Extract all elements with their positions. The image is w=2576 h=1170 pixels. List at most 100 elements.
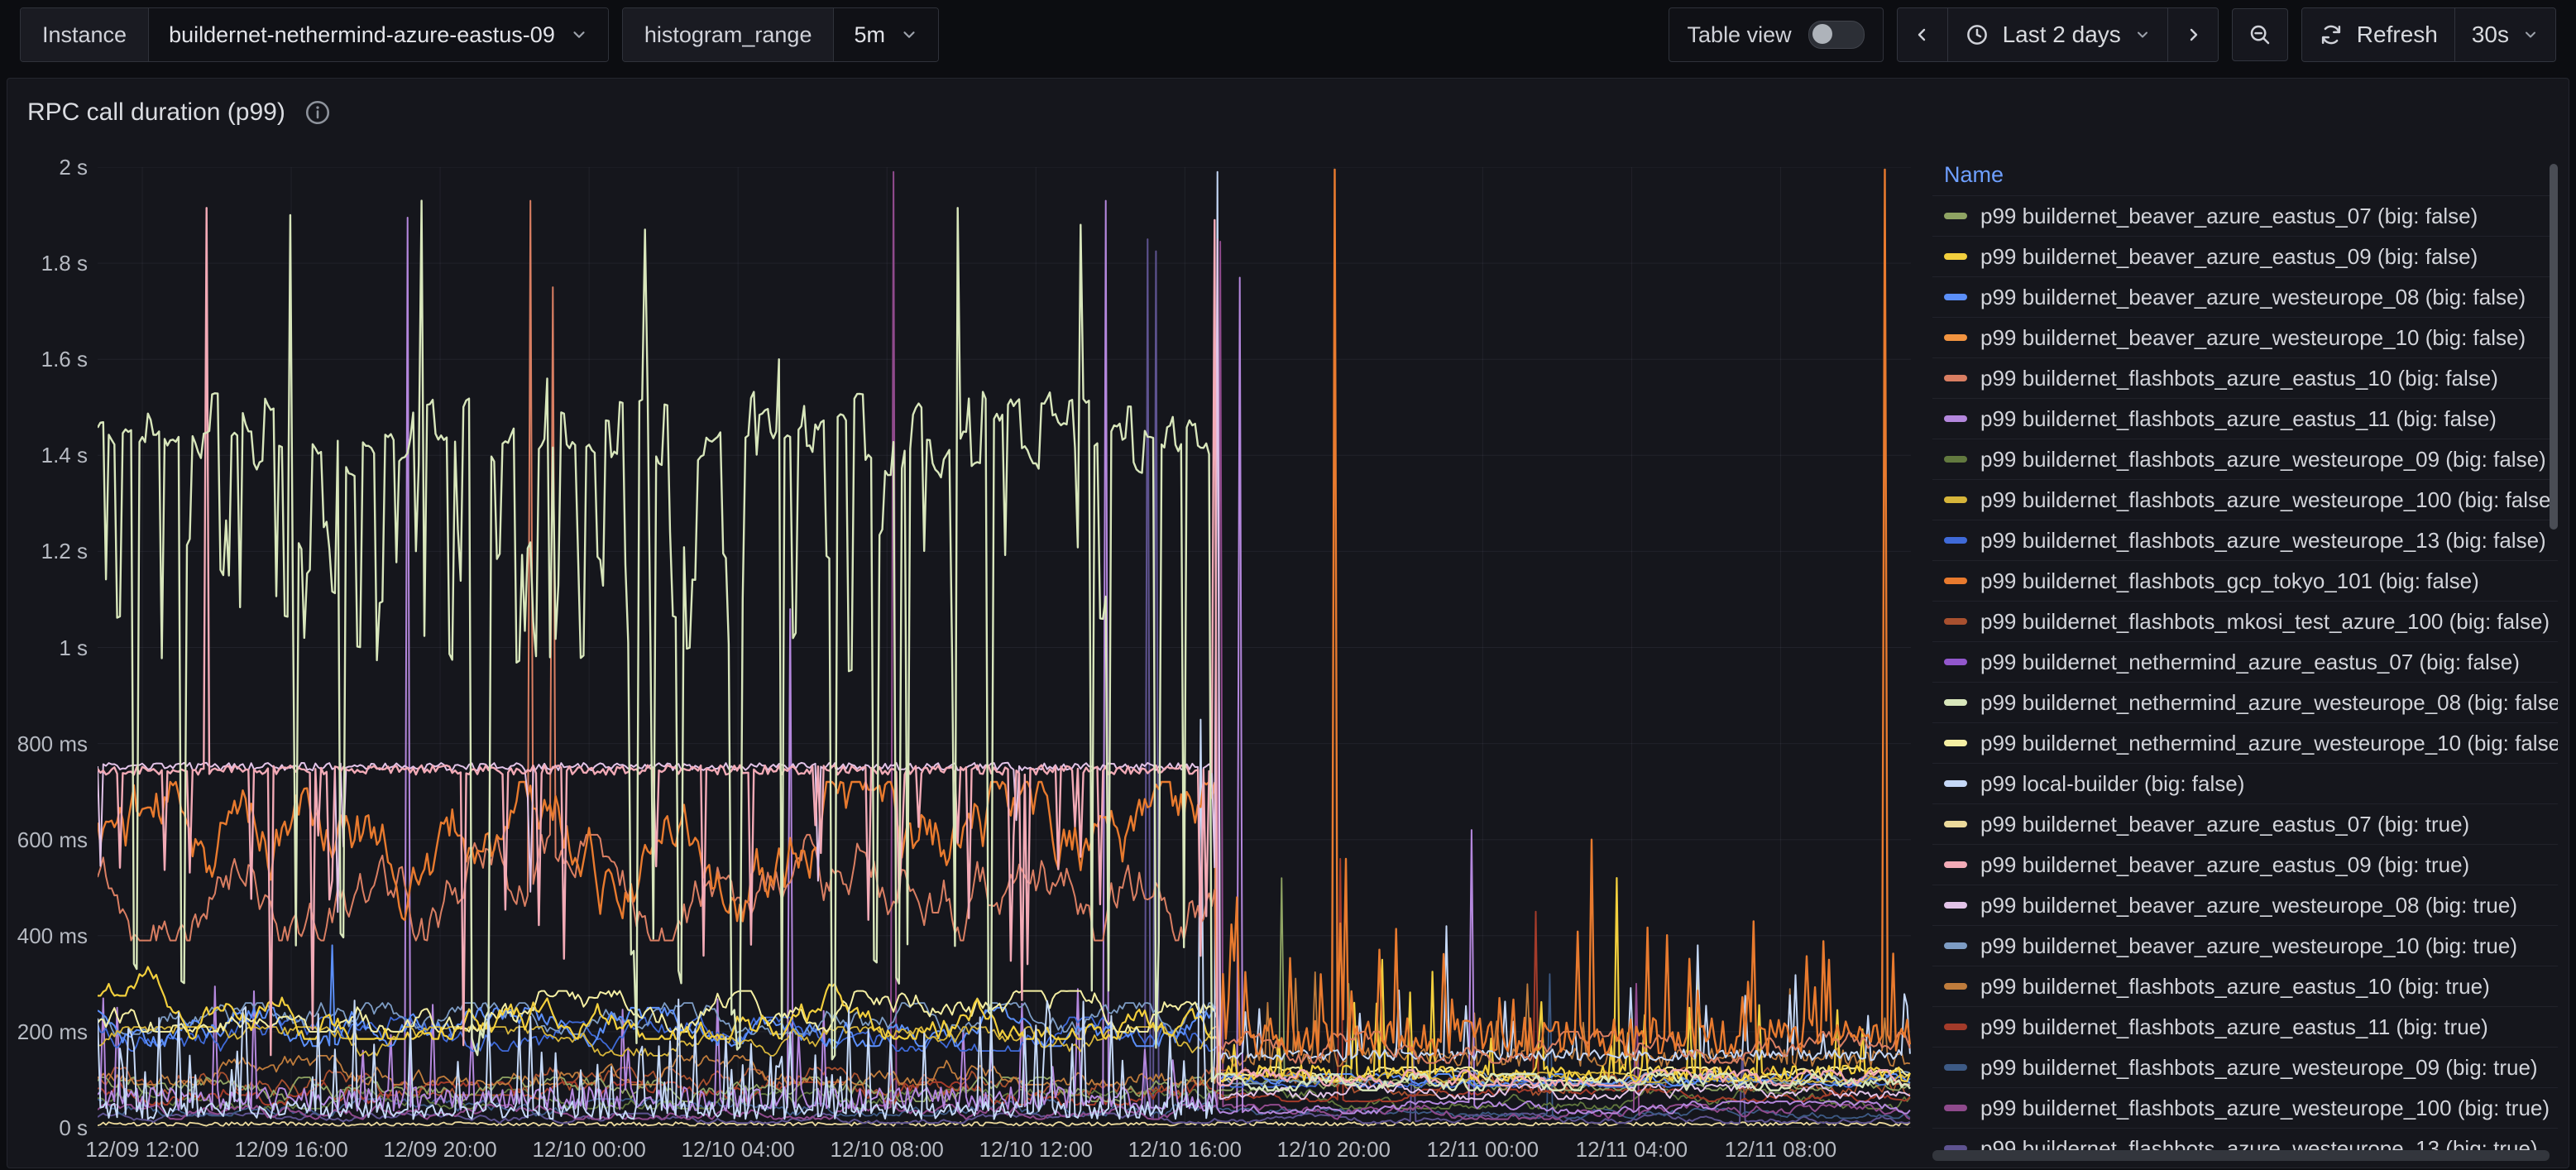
legend-series-label: p99 buildernet_flashbots_azure_eastus_11…	[1980, 1014, 2488, 1040]
legend-row[interactable]: p99 buildernet_beaver_azure_eastus_09 (b…	[1932, 236, 2558, 276]
series-color-swatch	[1944, 496, 1967, 503]
legend-series-label: p99 buildernet_beaver_azure_westeurope_0…	[1980, 893, 2517, 918]
histogram-range-label: histogram_range	[623, 8, 835, 61]
timeseries-chart[interactable]	[98, 167, 1911, 1128]
chevron-left-icon	[1913, 25, 1932, 45]
legend-row[interactable]: p99 buildernet_nethermind_azure_westeuro…	[1932, 722, 2558, 763]
legend-series-label: p99 buildernet_beaver_azure_westeurope_1…	[1980, 325, 2526, 351]
refresh-button[interactable]: Refresh	[2302, 8, 2454, 61]
y-tick-label: 1.4 s	[0, 444, 88, 466]
legend-series-label: p99 buildernet_nethermind_azure_westeuro…	[1980, 731, 2558, 756]
series-color-swatch	[1944, 1024, 1967, 1030]
time-range-picker[interactable]: Last 2 days	[1947, 8, 2167, 61]
chevron-down-icon	[900, 26, 918, 44]
legend-row[interactable]: p99 buildernet_flashbots_azure_eastus_10…	[1932, 357, 2558, 398]
legend-row[interactable]: p99 buildernet_flashbots_mkosi_test_azur…	[1932, 601, 2558, 641]
y-tick-label: 1 s	[0, 637, 88, 659]
legend-row[interactable]: p99 local-builder (big: false)	[1932, 763, 2558, 803]
legend-series-label: p99 local-builder (big: false)	[1980, 771, 2244, 797]
legend-series-label: p99 buildernet_flashbots_azure_westeurop…	[1980, 1096, 2550, 1121]
legend-row[interactable]: p99 buildernet_beaver_azure_westeurope_0…	[1932, 276, 2558, 317]
series-color-swatch	[1944, 740, 1967, 746]
legend-row[interactable]: p99 buildernet_nethermind_azure_westeuro…	[1932, 682, 2558, 722]
legend-name-header[interactable]: Name	[1932, 154, 2558, 195]
refresh-interval-value: 30s	[2472, 22, 2509, 48]
legend-row[interactable]: p99 buildernet_flashbots_gcp_tokyo_101 (…	[1932, 560, 2558, 601]
series-line	[98, 201, 1910, 1063]
series-color-swatch	[1944, 334, 1967, 341]
legend-series-label: p99 buildernet_beaver_azure_eastus_09 (b…	[1980, 852, 2469, 878]
legend-series-label: p99 buildernet_flashbots_azure_eastus_11…	[1980, 406, 2497, 432]
legend-row[interactable]: p99 buildernet_beaver_azure_westeurope_1…	[1932, 317, 2558, 357]
legend-series-label: p99 buildernet_flashbots_azure_eastus_10…	[1980, 366, 2498, 391]
series-line	[98, 208, 1910, 1086]
series-line	[98, 172, 1910, 1120]
series-line	[98, 239, 1910, 1099]
series-color-swatch	[1944, 213, 1967, 219]
legend-row[interactable]: p99 buildernet_flashbots_azure_eastus_11…	[1932, 1006, 2558, 1047]
histogram-range-select[interactable]: 5m	[834, 8, 938, 61]
series-line	[98, 170, 1910, 1056]
series-color-swatch	[1944, 942, 1967, 949]
legend-series-label: p99 buildernet_beaver_azure_eastus_07 (b…	[1980, 812, 2469, 837]
time-shift-back-button[interactable]	[1898, 8, 1947, 61]
legend-row[interactable]: p99 buildernet_nethermind_azure_eastus_0…	[1932, 641, 2558, 682]
info-icon[interactable]	[304, 98, 332, 127]
clock-icon	[1965, 22, 1989, 47]
panel-title[interactable]: RPC call duration (p99)	[27, 98, 285, 127]
legend-row[interactable]: p99 buildernet_beaver_azure_eastus_09 (b…	[1932, 844, 2558, 885]
refresh-icon	[2319, 22, 2344, 47]
legend-horizontal-scrollbar[interactable]	[1932, 1150, 2550, 1161]
dashboard-toolbar: Instance buildernet-nethermind-azure-eas…	[0, 0, 2576, 70]
legend-row[interactable]: p99 buildernet_flashbots_azure_westeurop…	[1932, 1047, 2558, 1087]
y-tick-label: 600 ms	[0, 829, 88, 851]
x-tick-label: 12/11 08:00	[1681, 1139, 1879, 1160]
table-view-toggle[interactable]	[1808, 21, 1865, 49]
zoom-out-time-button[interactable]	[2232, 8, 2288, 61]
chevron-down-icon	[2134, 26, 2151, 43]
series-color-swatch	[1944, 253, 1967, 260]
series-color-swatch	[1944, 415, 1967, 422]
time-shift-forward-button[interactable]	[2167, 8, 2218, 61]
series-color-swatch	[1944, 578, 1967, 584]
legend-row[interactable]: p99 buildernet_flashbots_azure_westeurop…	[1932, 520, 2558, 560]
legend-vertical-scrollbar[interactable]	[2550, 164, 2558, 530]
refresh-group: Refresh 30s	[2301, 7, 2556, 62]
histogram-range-value: 5m	[854, 22, 885, 48]
series-color-swatch	[1944, 537, 1967, 544]
legend-row[interactable]: p99 buildernet_flashbots_azure_eastus_10…	[1932, 966, 2558, 1006]
chevron-down-icon	[2522, 26, 2539, 43]
legend-row[interactable]: p99 buildernet_flashbots_azure_westeurop…	[1932, 439, 2558, 479]
time-range-label: Last 2 days	[2003, 22, 2121, 48]
series-color-swatch	[1944, 1105, 1967, 1111]
instance-variable-label: Instance	[21, 8, 149, 61]
legend-series-label: p99 buildernet_nethermind_azure_eastus_0…	[1980, 650, 2520, 675]
legend-row[interactable]: p99 buildernet_beaver_azure_eastus_07 (b…	[1932, 195, 2558, 236]
chevron-down-icon	[570, 26, 588, 44]
refresh-interval-select[interactable]: 30s	[2454, 8, 2555, 61]
instance-variable-select[interactable]: buildernet-nethermind-azure-eastus-09	[149, 8, 608, 61]
legend-row[interactable]: p99 buildernet_flashbots_azure_eastus_11…	[1932, 398, 2558, 439]
y-tick-label: 1.6 s	[0, 348, 88, 370]
legend-table: Name p99 buildernet_beaver_azure_eastus_…	[1932, 154, 2558, 1167]
y-tick-label: 800 ms	[0, 733, 88, 755]
legend-row[interactable]: p99 buildernet_flashbots_azure_westeurop…	[1932, 1087, 2558, 1128]
chevron-right-icon	[2183, 25, 2203, 45]
y-tick-label: 200 ms	[0, 1021, 88, 1043]
table-view-control: Table view	[1669, 7, 1884, 62]
legend-row[interactable]: p99 buildernet_beaver_azure_eastus_07 (b…	[1932, 803, 2558, 844]
legend-series-label: p99 buildernet_flashbots_mkosi_test_azur…	[1980, 609, 2550, 635]
legend-series-label: p99 buildernet_beaver_azure_westeurope_1…	[1980, 933, 2517, 959]
legend-series-label: p99 buildernet_nethermind_azure_westeuro…	[1980, 690, 2558, 716]
series-line	[98, 201, 1910, 1114]
legend-series-label: p99 buildernet_flashbots_azure_eastus_10…	[1980, 974, 2490, 1000]
legend-row[interactable]: p99 buildernet_beaver_azure_westeurope_1…	[1932, 925, 2558, 966]
y-tick-label: 1.8 s	[0, 252, 88, 274]
series-color-swatch	[1944, 983, 1967, 990]
legend-row[interactable]: p99 buildernet_beaver_azure_westeurope_0…	[1932, 885, 2558, 925]
series-line	[98, 1122, 1910, 1126]
series-color-swatch	[1944, 902, 1967, 909]
series-line	[98, 201, 1910, 1091]
legend-row[interactable]: p99 buildernet_flashbots_azure_westeurop…	[1932, 479, 2558, 520]
series-color-swatch	[1944, 375, 1967, 381]
